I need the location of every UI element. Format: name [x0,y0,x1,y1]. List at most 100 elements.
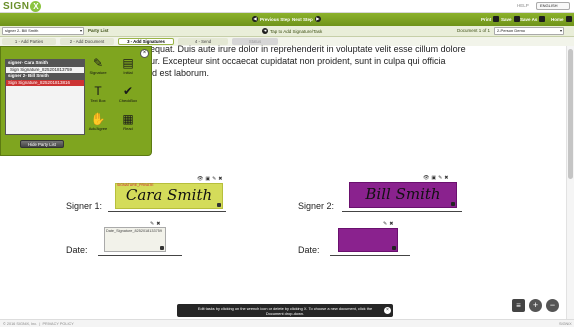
text-box-tool[interactable]: T Text Box [87,85,109,104]
date-2-line [330,255,410,256]
ack-agree-tool[interactable]: ✋ Ack/Agree [87,112,109,132]
resize-handle-icon[interactable] [451,202,455,206]
wrench-icon[interactable]: ✎ [383,221,387,227]
print-label: Print [481,16,492,22]
next-step-label: Next Step [292,16,313,22]
close-icon[interactable]: × [140,49,149,58]
initial-tool[interactable]: ▤ Initial [117,56,139,76]
party-list: signer- Cara Smith Sign Signature_825201… [5,59,85,135]
save-as-button[interactable]: Save As [520,16,546,22]
hide-party-list-button[interactable]: Hide Party List [20,140,64,148]
home-button[interactable]: Home [551,16,572,22]
signer-1-signature: Cara Smith [125,186,213,204]
hand-icon: ✋ [90,112,106,126]
previous-step-button[interactable]: ◀ Previous Step [252,16,290,22]
pointer-icon: ☚ [262,28,268,34]
save-as-label: Save As [520,16,538,22]
delete-icon[interactable]: ✖ [389,221,393,227]
printer-icon [493,16,500,22]
arrow-right-icon: ▶ [314,16,321,22]
date-2-field[interactable] [338,228,398,252]
view-icon[interactable]: 👁 [197,176,203,182]
save-icon [513,16,520,22]
document-line-2: ur. Excepteur sint occaecat cupidatat no… [150,56,446,66]
logo-text: SIGN [3,1,30,12]
print-button[interactable]: Print [481,16,500,22]
language-select[interactable]: ENGLISH [536,2,570,10]
zoom-controls: ≡ + − [512,299,559,312]
signature-tool[interactable]: ✎ Signature [87,56,109,76]
initial-icon: ▤ [122,56,134,70]
next-step-button[interactable]: Next Step ▶ [292,16,321,22]
save-label: Save [501,16,512,22]
signer-2-field-tools: 👁 ▣ ✎ ✖ [423,175,449,181]
delete-icon[interactable]: ✖ [444,175,448,181]
wrench-icon[interactable]: ✎ [212,176,216,182]
text-box-tool-label: Text Box [90,98,106,103]
signature-tool-label: Signature [89,70,107,75]
sub-toolbar: signer 2- Bill Smith Party List ☚ Tap to… [0,26,574,37]
save-button[interactable]: Save [501,16,520,22]
signer-1-field-tools: 👁 ▣ ✎ ✖ [197,176,223,182]
privacy-policy-link[interactable]: PRIVACY POLICY [42,322,73,326]
date-1-value: Date_Signature_8252018133759 [106,229,162,233]
resize-handle-icon[interactable] [160,246,164,250]
signer-2-signature-field[interactable]: Bill Smith [349,182,457,208]
checkmark-icon: ✔ [122,84,134,98]
lock-icon[interactable]: ▣ [205,176,210,182]
top-bar: SIGN X HELP ENGLISH [0,0,574,13]
document-scrollbar[interactable] [566,46,574,319]
party-task-bill-signature[interactable]: Sign Signature_825201813816 [6,79,84,86]
initial-tool-label: Initial [123,70,133,75]
arrow-left-icon: ◀ [252,16,258,22]
checkbox-tool-label: CheckBox [118,98,138,103]
zoom-in-icon[interactable]: + [529,299,542,312]
signer-1-line [108,211,226,212]
signer-1-label: Signer 1: [66,201,103,211]
party-list-panel: × signer- Cara Smith Sign Signature_8252… [0,46,152,156]
home-label: Home [551,16,564,22]
delete-icon[interactable]: ✖ [218,176,222,182]
footer-bar: © 2016 SIGNiX, Inc. | PRIVACY POLICY SIG… [0,319,574,327]
date-2-label: Date: [298,245,320,255]
logo-badge: X [30,1,42,12]
save-as-icon [539,16,546,22]
main-toolbar: ◀ Previous Step Next Step ▶ Print Save S… [0,13,574,26]
signer-1-signature-field[interactable]: SIGNATURE_PRIVATE Cara Smith [115,183,223,209]
close-icon[interactable]: × [384,307,391,314]
lock-icon[interactable]: ▣ [431,175,436,181]
signer-2-label: Signer 2: [298,201,335,211]
footer-brand: SIGNiX [559,322,572,326]
date-1-field[interactable]: Date_Signature_8252018133759 [104,227,166,252]
tap-add-hint: ☚ Tap to Add Signature/Task [262,28,322,34]
party-list-toggle[interactable]: Party List [88,28,109,33]
document-select[interactable]: 2-Person Demo [494,27,564,35]
date-1-line [98,255,182,256]
document-line-3: id est laborum. [150,68,210,78]
step-add-document[interactable]: 2 - Add Document [60,38,114,45]
signer-select[interactable]: signer 2- Bill Smith [2,27,84,35]
read-tool-label: Read [123,126,133,131]
help-link[interactable]: HELP [517,3,529,8]
view-icon[interactable]: 👁 [423,175,429,181]
help-tooltip-text: Edit tasks by clicking on the wrench ico… [197,305,373,316]
page-list-icon[interactable]: ≡ [512,299,525,312]
wrench-icon[interactable]: ✎ [438,175,442,181]
resize-handle-icon[interactable] [217,203,221,207]
zoom-out-icon[interactable]: − [546,299,559,312]
scroll-thumb[interactable] [568,49,573,179]
document-line-1: equat. Duis aute irure dolor in reprehen… [150,44,466,54]
signix-logo: SIGN X [3,1,42,12]
date-1-label: Date: [66,245,88,255]
copyright-text: © 2016 SIGNiX, Inc. [3,322,38,326]
pen-icon: ✎ [92,56,104,70]
resize-handle-icon[interactable] [392,246,396,250]
read-tool[interactable]: ▦ Read [117,112,139,132]
read-icon: ▦ [122,112,134,126]
document-count: Document 1 of 1 [457,28,491,33]
tap-add-label: Tap to Add Signature/Task [270,28,323,34]
checkbox-tool[interactable]: ✔ CheckBox [117,84,139,104]
step-add-parties[interactable]: 1 - Add Parties [2,38,56,45]
signer-2-signature: Bill Smith [365,185,441,203]
date-2-field-tools: ✎ ✖ [383,221,393,227]
